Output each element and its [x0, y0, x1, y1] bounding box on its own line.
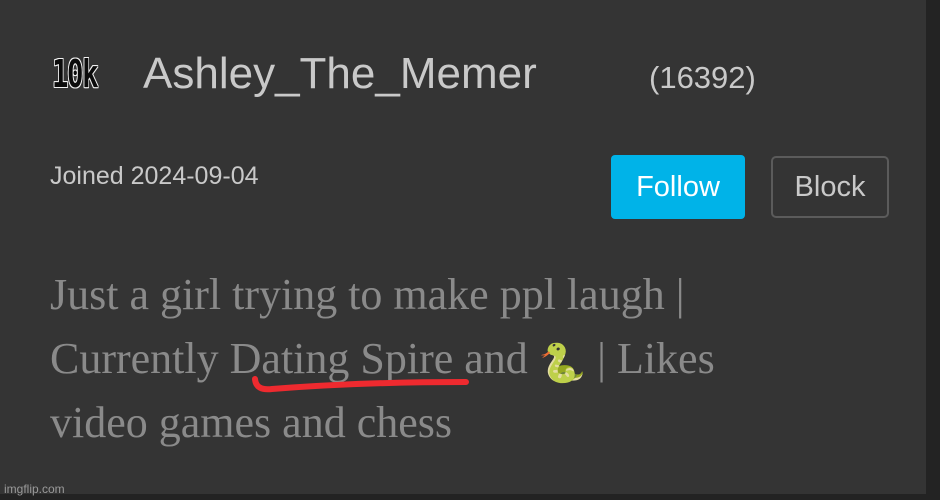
right-edge-frame [926, 0, 940, 500]
red-underline-annotation [252, 376, 469, 393]
bio-line-1: Just a girl trying to make ppl laugh | [50, 270, 685, 319]
imgflip-watermark: imgflip.com [4, 482, 65, 496]
joined-date: Joined 2024-09-04 [50, 162, 259, 190]
bio-text: Currently [50, 334, 230, 383]
bio-text: | Likes [586, 334, 715, 383]
block-button[interactable]: Block [771, 156, 889, 218]
username: Ashley_The_Memer [143, 49, 537, 98]
user-bio: Just a girl trying to make ppl laugh | C… [50, 263, 900, 455]
follow-button[interactable]: Follow [611, 155, 745, 219]
bottom-edge-frame [0, 494, 940, 500]
points-badge: 10k [52, 52, 99, 96]
user-points: (16392) [649, 60, 756, 95]
profile-screen: 10k Ashley_The_Memer (16392) Joined 2024… [0, 0, 940, 500]
snake-icon: 🐍 [538, 340, 587, 385]
